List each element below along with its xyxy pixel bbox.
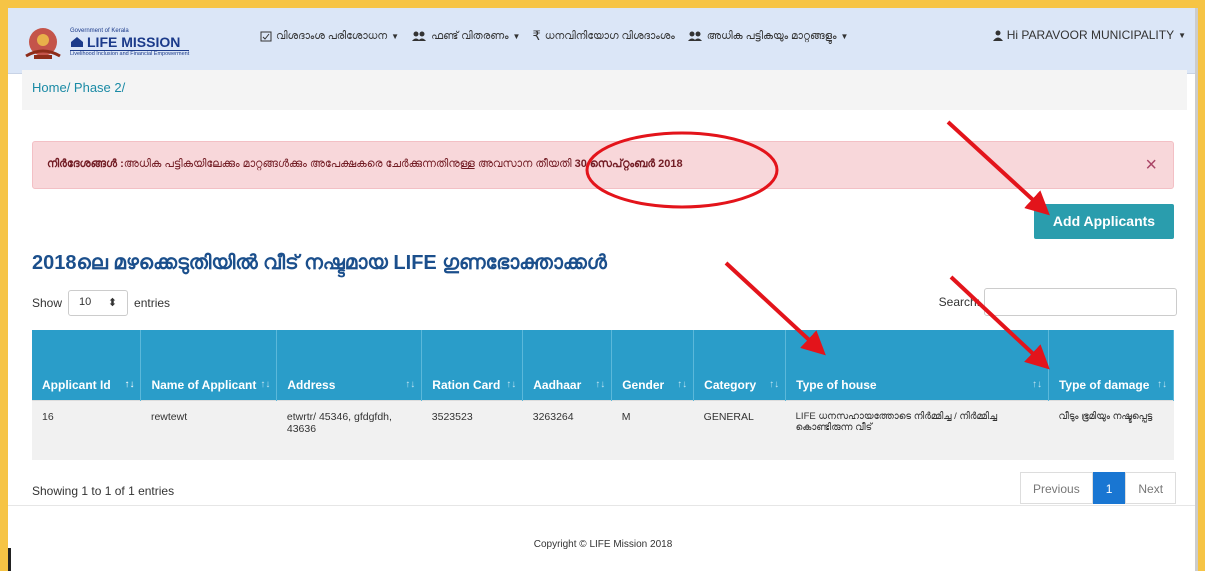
next-button[interactable]: Next [1125,472,1177,504]
user-name: Hi PARAVOOR MUNICIPALITY [1006,28,1175,42]
nav-item-fund-distribution[interactable]: ഫണ്ട് വിതരണം ▼ [411,28,520,44]
col-label: Ration Card [432,377,501,392]
caret-down-icon: ▼ [840,31,849,41]
nav-item-label: ഫണ്ട് വിതരണം [431,29,509,42]
cell-type-of-house: LIFE ധനസഹായത്തോടെ നിർമ്മിച്ച / നിർമ്മിച്… [785,399,1049,460]
cell-address: etwrtr/ 45346, gfdgfdh, 43636 [276,399,422,460]
users-icon [412,31,427,41]
page-title: 2018ലെ മഴക്കെടുതിയിൽ വീട് നഷ്ടമായ LIFE ഗ… [32,252,607,274]
house-icon [71,36,83,47]
logo-tagline: Livelihood Inclusion and Financial Empow… [70,49,190,57]
sort-icon: ↑↓ [769,378,780,390]
users-icon [687,31,702,41]
nav-menu: വിശദാംശ പരിശോധന ▼ ഫണ്ട് വിതരണം ▼ ₹ ധനവിന… [260,28,860,44]
nav-item-verification[interactable]: വിശദാംശ പരിശോധന ▼ [260,28,399,44]
footer: Copyright © LIFE Mission 2018 [8,505,1195,571]
col-address[interactable]: Address ↑↓ [276,330,423,400]
col-label: Name of Applicant [151,377,257,392]
nav-item-fund-utilization[interactable]: ₹ ധനവിനിയോഗ വിശദാംശം [532,28,674,44]
copyright-text: Copyright © LIFE Mission 2018 [533,539,673,550]
caret-down-icon: ▼ [1178,30,1186,40]
show-label: Show [32,296,63,310]
add-applicants-button[interactable]: Add Applicants [1034,204,1174,239]
breadcrumb: Home/ Phase 2/ [22,70,1187,110]
applicants-table: Applicant Id ↑↓ Name of Applicant ↑↓ Addre… [32,330,1175,460]
col-label: Category [704,377,757,392]
sort-icon: ↑↓ [405,378,416,390]
search-box: Search: [939,288,1177,316]
col-type-of-house[interactable]: Type of house ↑↓ [785,330,1049,400]
col-label: Type of house [796,377,877,392]
col-type-of-damage[interactable]: Type of damage ↑↓ [1048,330,1175,400]
sort-icon: ↑↓ [1157,378,1167,390]
col-ration-card[interactable]: Ration Card ↑↓ [421,330,524,400]
alert-date: 30 സെപ്റ്റംബർ 2018 [574,158,683,170]
col-aadhaar[interactable]: Aadhaar ↑↓ [522,330,613,400]
sort-icon: ↑↓ [506,378,517,390]
table-info: Showing 1 to 1 of 1 entries [32,484,175,498]
browser-page: Government of Kerala LIFE MISSION Liveli… [8,8,1198,571]
col-label: Gender [622,377,665,392]
breadcrumb-separator: / [66,80,74,95]
caret-down-icon: ▼ [391,31,400,41]
previous-button[interactable]: Previous [1020,472,1093,504]
entries-value: 10 [79,296,92,308]
sort-icon: ↑↓ [260,378,271,390]
col-label: Type of damage [1058,377,1150,392]
nav-item-label: വിശദാംശ പരിശോധന [276,29,388,42]
sort-icon: ↑↓ [1031,378,1042,390]
alert-label: നിർദേശങ്ങൾ : [47,158,124,170]
user-menu[interactable]: Hi PARAVOOR MUNICIPALITY ▼ [992,28,1186,42]
top-strip [0,0,1205,8]
col-label: Aadhaar [533,377,582,392]
col-label: Address [287,377,336,392]
logo[interactable]: Government of Kerala LIFE MISSION Liveli… [20,22,190,62]
navbar: Government of Kerala LIFE MISSION Liveli… [8,8,1195,74]
instruction-alert: നിർദേശങ്ങൾ :അധിക പട്ടികയിലേക്കും മാറ്റങ്… [32,141,1174,189]
select-arrows-icon: ⬍ [107,297,118,309]
rupee-icon: ₹ [532,28,541,43]
cell-name: rewtewt [140,399,277,460]
col-category[interactable]: Category ↑↓ [693,330,787,400]
sort-icon: ↑↓ [595,378,606,390]
left-edge-bar [8,548,11,571]
cell-category: GENERAL [693,399,786,460]
search-input[interactable] [984,288,1177,316]
page-1-button[interactable]: 1 [1092,472,1126,504]
col-applicant-id[interactable]: Applicant Id ↑↓ [32,330,142,400]
table-row: 16 rewtewt etwrtr/ 45346, gfdgfdh, 43636… [32,399,1174,460]
search-label: Search: [938,295,980,309]
logo-title: LIFE MISSION [87,33,181,50]
cell-applicant-id: 16 [32,399,141,460]
nav-item-label: അധിക പട്ടികയും മാറ്റങ്ങളും [706,29,837,42]
cell-gender: M [611,399,694,460]
show-entries: Show 10 ⬍ entries [32,290,170,316]
entries-select[interactable]: 10 ⬍ [68,290,129,316]
caret-down-icon: ▼ [512,31,521,41]
user-icon [992,30,1003,41]
nav-item-additional-list[interactable]: അധിക പട്ടികയും മാറ്റങ്ങളും ▼ [687,28,849,44]
close-icon[interactable]: × [1145,154,1157,177]
breadcrumb-home[interactable]: Home [32,80,67,95]
alert-text: അധിക പട്ടികയിലേക്കും മാറ്റങ്ങൾക്കും അപേക… [123,158,575,170]
breadcrumb-separator: / [121,80,126,95]
cell-ration-card: 3523523 [421,399,523,460]
nav-item-label: ധനവിനിയോഗ വിശദാംശം [544,29,675,42]
cell-type-of-damage: വീടും ഭൂമിയും നഷ്ടപ്പെട്ട [1048,399,1174,460]
sort-icon: ↑↓ [677,378,688,390]
pagination: Previous 1 Next [1020,472,1177,504]
cell-aadhaar: 3263264 [522,399,612,460]
breadcrumb-phase[interactable]: Phase 2 [74,80,122,95]
kerala-emblem-icon [25,28,61,59]
col-name[interactable]: Name of Applicant ↑↓ [140,330,278,400]
col-gender[interactable]: Gender ↑↓ [611,330,695,400]
col-label: Applicant Id [42,377,111,392]
checklist-icon [260,31,272,42]
sort-icon: ↑↓ [124,378,135,390]
entries-label: entries [134,296,171,310]
